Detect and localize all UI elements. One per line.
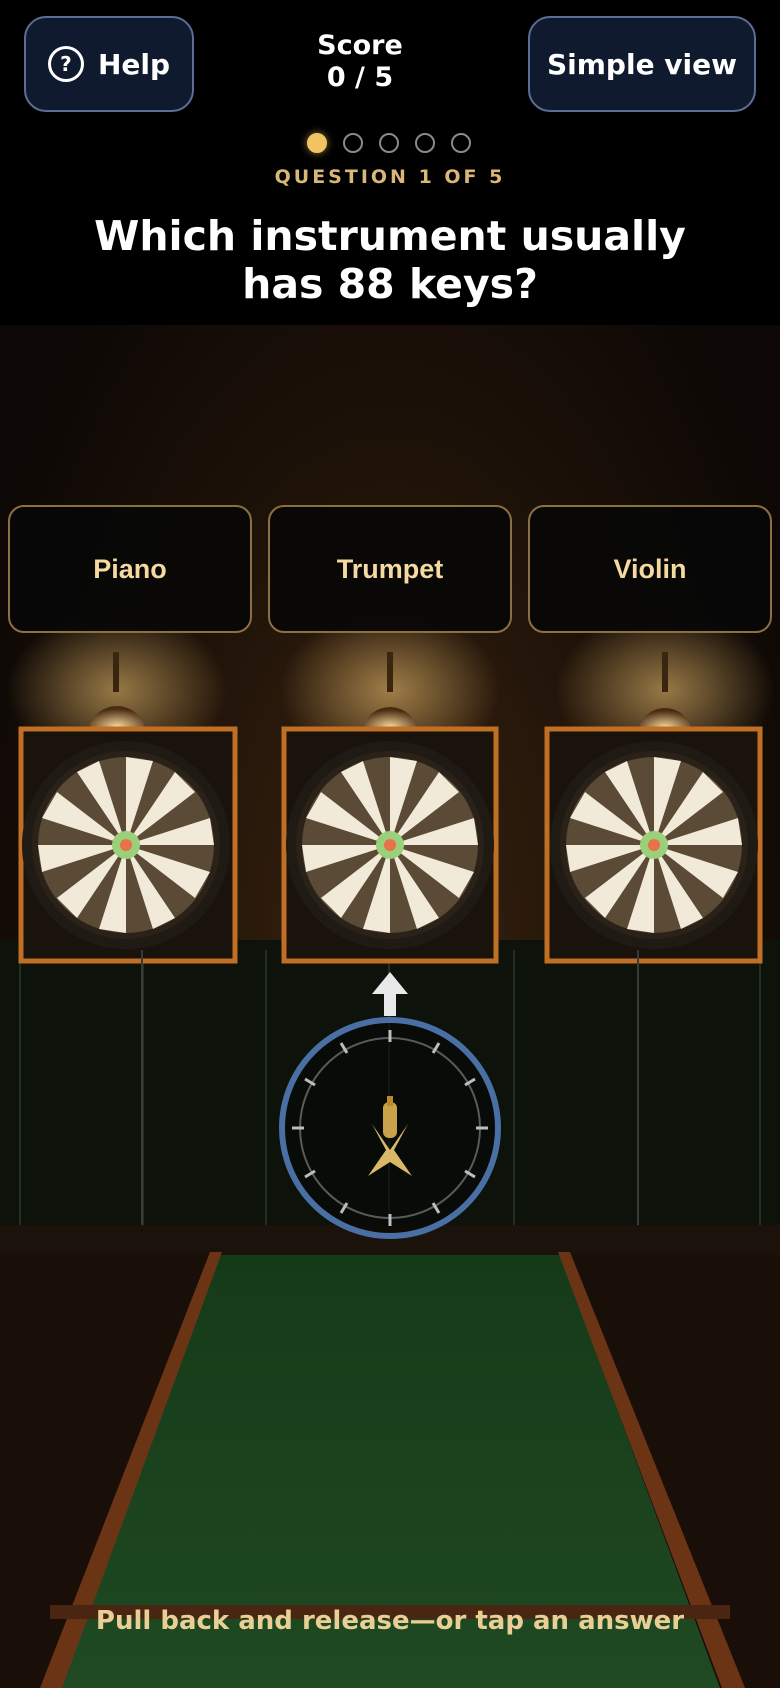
question-counter: QUESTION 1 OF 5 [274, 166, 506, 188]
progress-dot [415, 133, 435, 153]
instruction-hint: Pull back and release—or tap an answer [95, 1606, 685, 1636]
progress-dot [343, 133, 363, 153]
help-label: Help [97, 47, 171, 81]
score-display: Score 0 / 5 [260, 30, 460, 94]
simple-view-button[interactable]: Simple view [528, 16, 756, 112]
question-text: Which instrument usually has 88 keys? [94, 212, 686, 308]
aim-reticle[interactable] [279, 1017, 501, 1239]
score-label: Score [317, 30, 403, 61]
answer-trumpet[interactable]: Trumpet [268, 505, 512, 633]
help-icon: ? [47, 46, 84, 82]
answer-options: Piano Trumpet Violin [8, 505, 772, 633]
answer-violin[interactable]: Violin [528, 505, 772, 633]
dartboard-trumpet[interactable] [280, 610, 500, 964]
progress-dot [379, 133, 399, 153]
progress-dot [451, 133, 471, 153]
progress-dots [307, 133, 471, 153]
simple-view-label: Simple view [546, 47, 738, 81]
progress-dot [307, 133, 327, 153]
answer-piano[interactable]: Piano [8, 505, 252, 633]
help-button[interactable]: ? Help [24, 16, 194, 112]
hud-header: ? Help Score 0 / 5 Simple view QUESTION … [0, 0, 780, 325]
score-value: 0 / 5 [326, 62, 394, 93]
